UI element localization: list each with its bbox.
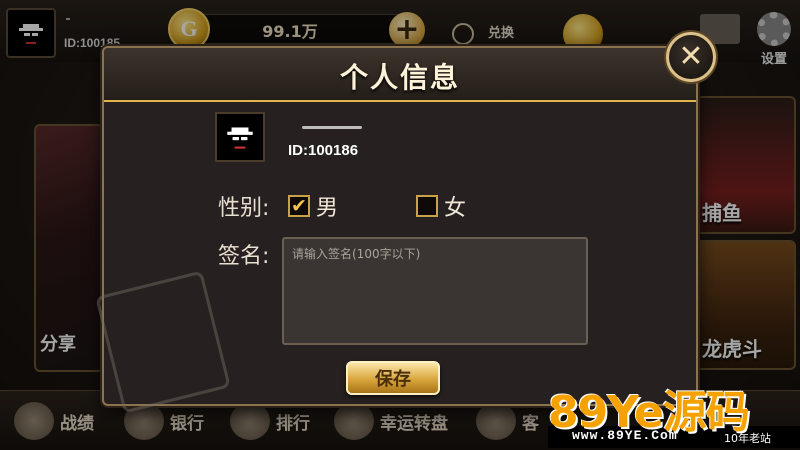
dialog-title: 个人信息 [339,61,460,94]
profile-id: ID:100186 [288,142,359,159]
gender-option-male[interactable]: ✔ 男 [288,190,338,222]
gender-option-female[interactable]: 女 [416,190,466,222]
gender-female-label: 女 [444,196,467,221]
profile-avatar[interactable] [215,112,265,162]
watermark-slogan: 10年老站 [724,432,771,445]
profile-name [302,126,362,129]
avatar-hat-man-icon [227,127,253,149]
checkbox-unchecked-icon[interactable] [416,195,438,217]
signature-label: 签名: [218,244,270,269]
save-button[interactable]: 保存 [346,361,440,395]
gender-label: 性别: [218,196,270,221]
checkbox-checked-icon[interactable]: ✔ [288,195,310,217]
watermark: 89Ye源码 www.89YE.Com 10年老站 [548,376,800,450]
watermark-site: www.89YE.Com [572,428,678,443]
signature-input[interactable] [282,237,588,345]
dialog-header: 个人信息 [104,48,696,102]
close-button[interactable]: ✕ [666,32,716,82]
gender-male-label: 男 [316,196,339,221]
